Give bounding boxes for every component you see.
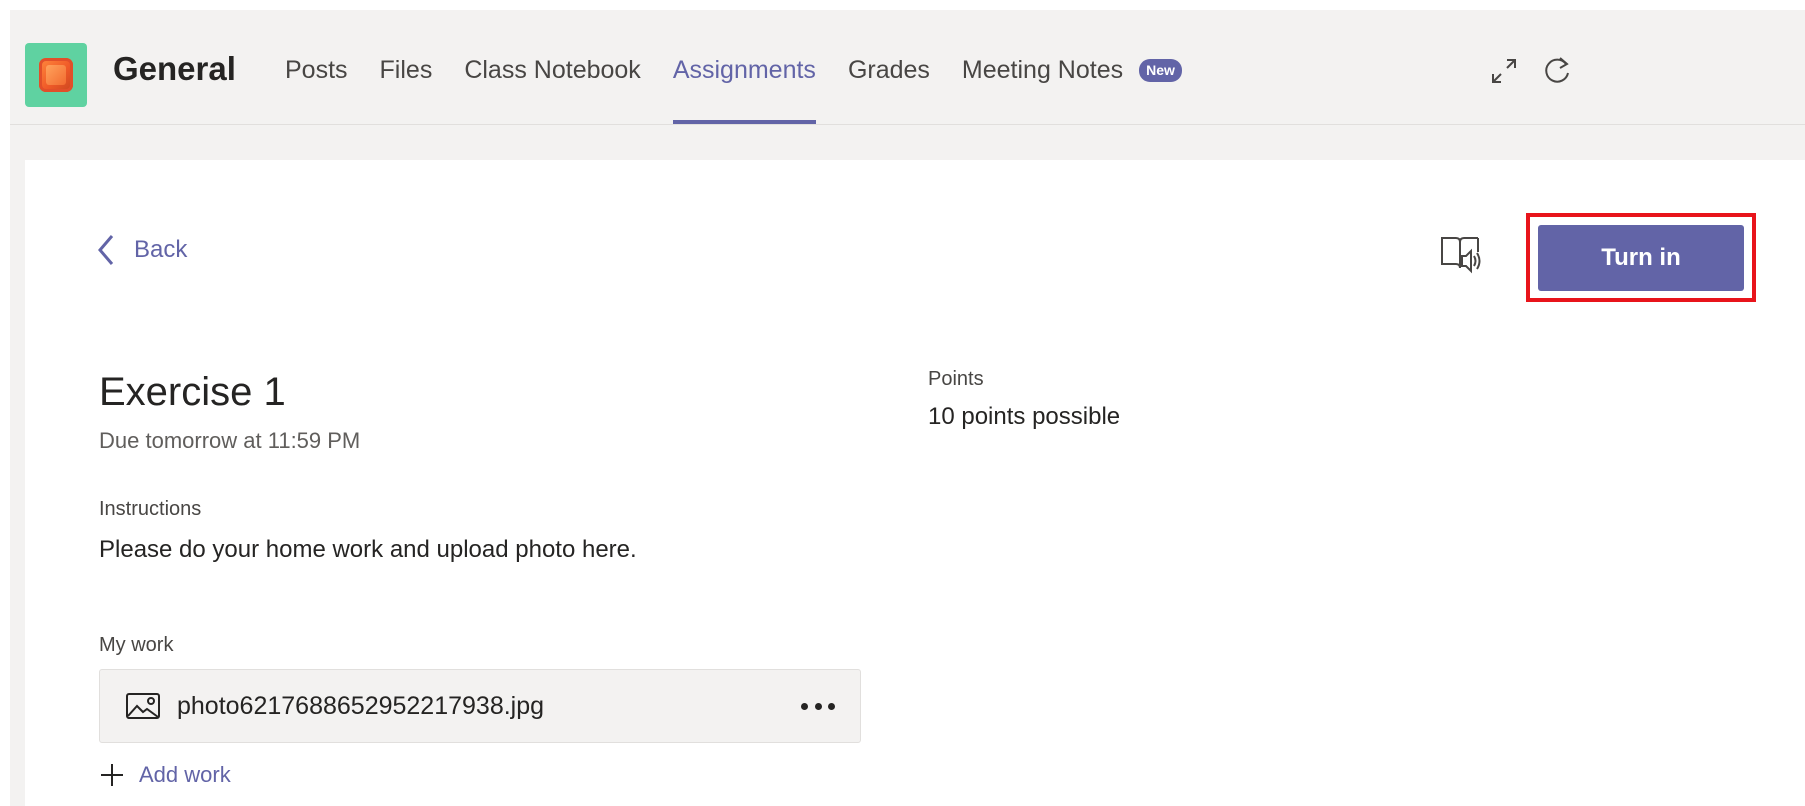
immersive-reader-icon[interactable]: [1438, 234, 1482, 274]
tab-meeting-notes[interactable]: Meeting Notes New: [946, 10, 1198, 124]
tab-class-notebook[interactable]: Class Notebook: [448, 10, 656, 124]
instructions-text: Please do your home work and upload phot…: [99, 536, 637, 563]
add-work-label: Add work: [139, 762, 231, 787]
tab-grades[interactable]: Grades: [832, 10, 946, 124]
points-label: Points: [928, 368, 984, 390]
refresh-icon[interactable]: [1540, 54, 1574, 88]
add-work-button[interactable]: Add work: [99, 762, 231, 788]
channel-name: General: [113, 50, 236, 87]
expand-icon[interactable]: [1487, 54, 1521, 88]
new-badge: New: [1139, 58, 1182, 82]
image-file-icon: [126, 693, 160, 719]
turn-in-button[interactable]: Turn in: [1538, 225, 1744, 291]
tab-label: Files: [379, 55, 433, 84]
file-name: photo6217688652952217938.jpg: [177, 691, 545, 720]
tab-label: Class Notebook: [464, 55, 641, 84]
tab-assignments[interactable]: Assignments: [657, 10, 832, 124]
tab-label: Meeting Notes: [961, 55, 1124, 84]
tab-label: Posts: [285, 55, 348, 84]
instructions-label: Instructions: [99, 498, 202, 520]
tab-label: Grades: [847, 55, 930, 84]
tab-files[interactable]: Files: [364, 10, 449, 124]
back-button[interactable]: Back: [96, 234, 187, 266]
my-work-label: My work: [99, 634, 174, 656]
tab-posts[interactable]: Posts: [285, 10, 364, 124]
plus-icon: [101, 764, 123, 786]
teams-app: General Posts Files Class Notebook Assig…: [0, 0, 1805, 806]
channel-header: General Posts Files Class Notebook Assig…: [10, 10, 1805, 125]
tab-label: Assignments: [672, 55, 816, 84]
channel-tabs: Posts Files Class Notebook Assignments G…: [285, 10, 1198, 124]
assignment-title: Exercise 1: [99, 370, 286, 414]
team-logo-icon: [39, 58, 73, 92]
back-label: Back: [134, 236, 188, 263]
team-avatar[interactable]: [25, 43, 87, 107]
app-frame: General Posts Files Class Notebook Assig…: [10, 10, 1805, 806]
assignment-card: Back Turn in Exercise 1 Due tomorrow at …: [25, 160, 1805, 806]
file-attachment[interactable]: photo6217688652952217938.jpg: [99, 669, 861, 743]
more-options-icon[interactable]: [801, 689, 835, 723]
due-date: Due tomorrow at 11:59 PM: [99, 428, 361, 453]
points-value: 10 points possible: [928, 403, 1121, 430]
chevron-left-icon: [98, 235, 114, 265]
